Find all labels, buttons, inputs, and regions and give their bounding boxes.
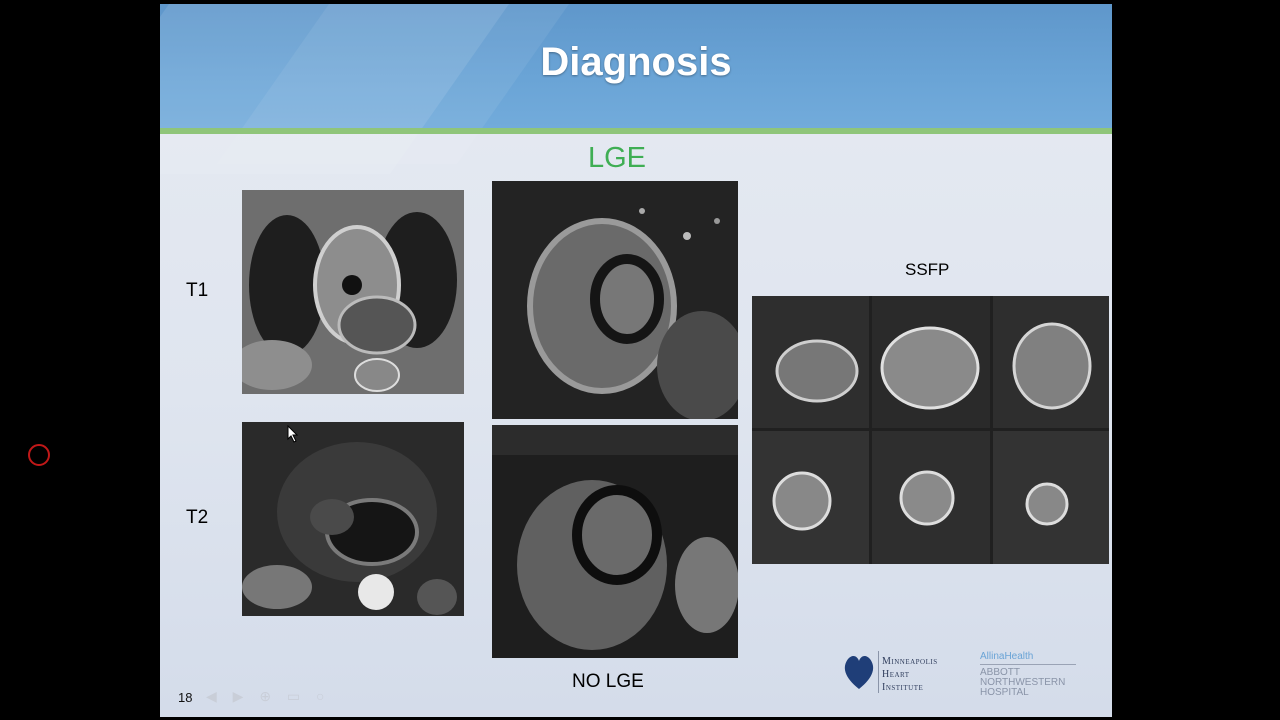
slide-nav-controls[interactable]: ◀ ▶ ⊕ ▭ ○: [206, 688, 331, 705]
no-lge-label: NO LGE: [572, 671, 644, 692]
lge-image-positive: [492, 181, 738, 419]
lge-heading: LGE: [588, 142, 647, 174]
ssfp-image-grid: [752, 296, 1109, 564]
minneapolis-heart-institute-logo: Minneapolis Heart Institute: [842, 649, 962, 697]
t2-mri-image: [242, 422, 464, 616]
slide-title: Diagnosis: [540, 40, 732, 84]
heart-logo-icon: [844, 655, 874, 689]
lge-image-negative: [492, 425, 738, 658]
abbott-northwestern-logo: AllinaHealth ABBOTT NORTHWESTERN HOSPITA…: [980, 651, 1090, 701]
t1-mri-image: [242, 190, 464, 394]
t1-label: T1: [186, 280, 209, 301]
mouse-pointer-icon: [287, 425, 299, 443]
ssfp-label: SSFP: [905, 260, 950, 279]
presentation-slide: Diagnosis LGE T1 T2 SSFP NO LGE 18 ◀ ▶ ⊕…: [160, 4, 1112, 717]
record-indicator-icon: [28, 444, 50, 466]
banner-divider: [160, 128, 1112, 134]
t2-label: T2: [186, 507, 209, 528]
slide-page-number: 18: [178, 690, 193, 705]
